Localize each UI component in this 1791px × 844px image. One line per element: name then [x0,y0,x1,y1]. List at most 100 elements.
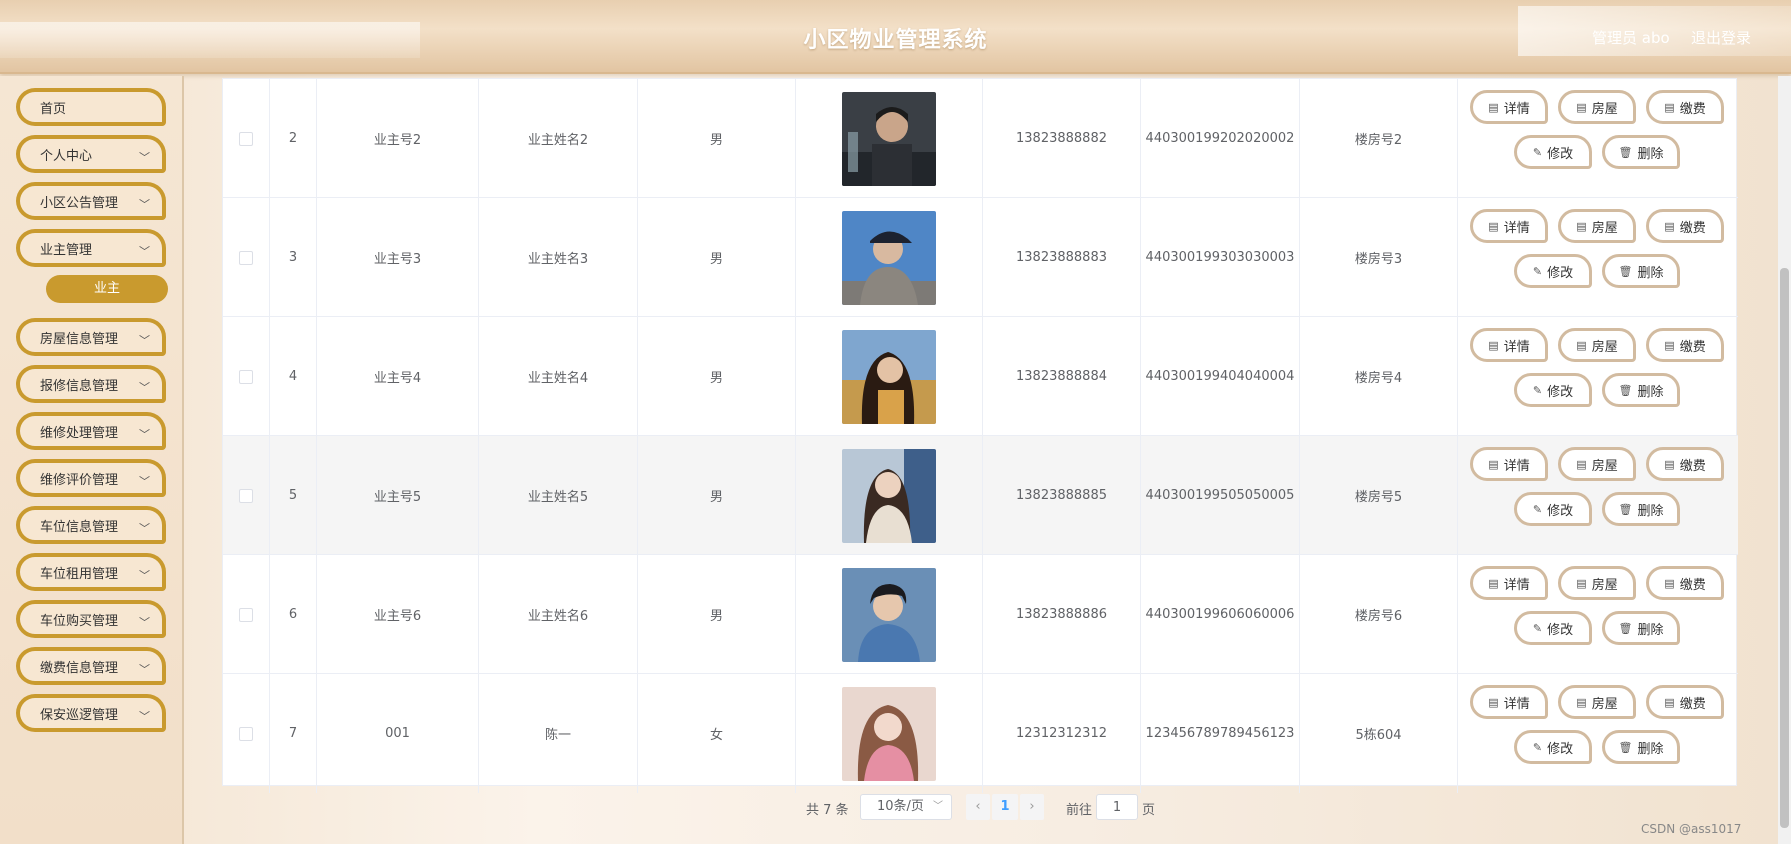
chevron-down-icon: ﹀ [933,801,943,812]
owner-building: 5栋604 [1300,674,1458,793]
sidebar-item-notice[interactable]: 小区公告管理 ﹀ [16,182,166,220]
document-icon: ▤ [1664,576,1675,590]
edit-icon: ✎ [1532,621,1543,635]
house-button[interactable]: ▤ 房屋 [1558,685,1636,719]
page-size-value: 10条/页 [877,799,924,814]
edit-button[interactable]: ✎ 修改 [1514,730,1592,764]
document-icon: ▤ [1488,457,1499,471]
sidebar-item-payment-info[interactable]: 缴费信息管理 ﹀ [16,647,166,685]
sidebar-item-repair-review[interactable]: 维修评价管理 ﹀ [16,459,166,497]
sidebar-item-home[interactable]: 首页 [16,88,166,126]
sidebar-item-owner-management[interactable]: 业主管理 ﹀ [16,229,166,267]
edit-button[interactable]: ✎ 修改 [1514,611,1592,645]
owner-name: 业主姓名2 [479,79,638,198]
owner-gender: 男 [638,436,796,555]
owner-building: 楼房号2 [1300,79,1458,198]
vertical-scrollbar[interactable] [1778,76,1791,844]
delete-button[interactable]: 🗑 删除 [1602,254,1680,288]
document-icon: ▤ [1488,100,1499,114]
edit-button[interactable]: ✎ 修改 [1514,254,1592,288]
document-icon: ▤ [1664,338,1675,352]
sidebar-item-house-info[interactable]: 房屋信息管理 ﹀ [16,318,166,356]
table-row: 7 001 陈一 女 12312312312 12345678978945612… [223,674,1738,793]
trash-icon: 🗑 [1618,502,1633,516]
edit-icon: ✎ [1532,145,1543,159]
sidebar: 首页 个人中心 ﹀ 小区公告管理 ﹀ 业主管理 ﹀ 业主 房屋信息管理 ﹀ 报修信息管理… [0,76,184,844]
sidebar-item-repair-process[interactable]: 维修处理管理 ﹀ [16,412,166,450]
goto-page-input[interactable] [1096,794,1138,820]
sidebar-item-repair-info[interactable]: 报修信息管理 ﹀ [16,365,166,403]
row-index: 3 [270,198,317,317]
pay-button[interactable]: ▤ 缴费 [1646,447,1724,481]
house-button[interactable]: ▤ 房屋 [1558,328,1636,362]
detail-button[interactable]: ▤ 详情 [1470,447,1548,481]
owner-photo [842,329,936,424]
owner-gender: 男 [638,555,796,674]
page-size-select[interactable]: 10条/页 ﹀ [860,794,952,820]
owner-id-card: 123456789789456123 [1141,674,1300,793]
pay-label: 缴费 [1679,577,1706,593]
chevron-down-icon: ﹀ [139,616,150,629]
detail-button[interactable]: ▤ 详情 [1470,566,1548,600]
pay-button[interactable]: ▤ 缴费 [1646,90,1724,124]
prev-page-button[interactable]: ‹ [966,794,990,820]
edit-icon: ✎ [1532,740,1543,754]
house-button[interactable]: ▤ 房屋 [1558,447,1636,481]
row-index: 6 [270,555,317,674]
chevron-down-icon: ﹀ [139,522,150,535]
row-checkbox[interactable] [239,250,253,265]
logout-link[interactable]: 退出登录 [1691,27,1751,48]
delete-button[interactable]: 🗑 删除 [1602,492,1680,526]
sidebar-item-parking-info[interactable]: 车位信息管理 ﹀ [16,506,166,544]
sidebar-item-parking-rent[interactable]: 车位租用管理 ﹀ [16,553,166,591]
owner-id-card: 440300199606060006 [1141,555,1300,674]
chevron-down-icon: ﹀ [139,475,150,488]
row-index: 4 [270,317,317,436]
delete-button[interactable]: 🗑 删除 [1602,135,1680,169]
page-number-current[interactable]: 1 [992,794,1018,820]
row-checkbox[interactable] [239,607,253,622]
next-page-button[interactable]: › [1020,794,1044,820]
sidebar-item-patrol[interactable]: 保安巡逻管理 ﹀ [16,694,166,732]
document-icon: ▤ [1576,338,1587,352]
house-label: 房屋 [1591,696,1618,712]
owner-photo [842,567,936,662]
delete-button[interactable]: 🗑 删除 [1602,730,1680,764]
chevron-down-icon: ﹀ [139,428,150,441]
edit-button[interactable]: ✎ 修改 [1514,492,1592,526]
house-label: 房屋 [1591,339,1618,355]
sidebar-item-parking-buy[interactable]: 车位购买管理 ﹀ [16,600,166,638]
pay-button[interactable]: ▤ 缴费 [1646,209,1724,243]
row-checkbox[interactable] [239,131,253,146]
detail-button[interactable]: ▤ 详情 [1470,685,1548,719]
pay-button[interactable]: ▤ 缴费 [1646,685,1724,719]
detail-button[interactable]: ▤ 详情 [1470,328,1548,362]
edit-button[interactable]: ✎ 修改 [1514,135,1592,169]
house-button[interactable]: ▤ 房屋 [1558,90,1636,124]
edit-icon: ✎ [1532,264,1543,278]
scrollbar-thumb[interactable] [1780,268,1789,828]
document-icon: ▤ [1488,338,1499,352]
delete-button[interactable]: 🗑 删除 [1602,611,1680,645]
chevron-down-icon: ﹀ [139,245,150,258]
row-checkbox[interactable] [239,369,253,384]
delete-label: 删除 [1637,503,1664,519]
sidebar-subitem-owner[interactable]: 业主 [46,275,168,303]
sidebar-item-label: 车位购买管理 [40,613,119,629]
house-button[interactable]: ▤ 房屋 [1558,209,1636,243]
house-button[interactable]: ▤ 房屋 [1558,566,1636,600]
delete-button[interactable]: 🗑 删除 [1602,373,1680,407]
sidebar-item-personal-center[interactable]: 个人中心 ﹀ [16,135,166,173]
detail-button[interactable]: ▤ 详情 [1470,209,1548,243]
row-actions: ▤ 详情 ▤ 房屋 ▤ 缴费 ✎ 修改 🗑 删除 [1458,317,1738,436]
row-checkbox[interactable] [239,726,253,741]
chevron-left-icon: ‹ [975,799,981,814]
detail-button[interactable]: ▤ 详情 [1470,90,1548,124]
pay-button[interactable]: ▤ 缴费 [1646,566,1724,600]
house-label: 房屋 [1591,220,1618,236]
chevron-down-icon: ﹀ [139,198,150,211]
row-checkbox[interactable] [239,488,253,503]
owner-name: 业主姓名5 [479,436,638,555]
edit-button[interactable]: ✎ 修改 [1514,373,1592,407]
pay-button[interactable]: ▤ 缴费 [1646,328,1724,362]
